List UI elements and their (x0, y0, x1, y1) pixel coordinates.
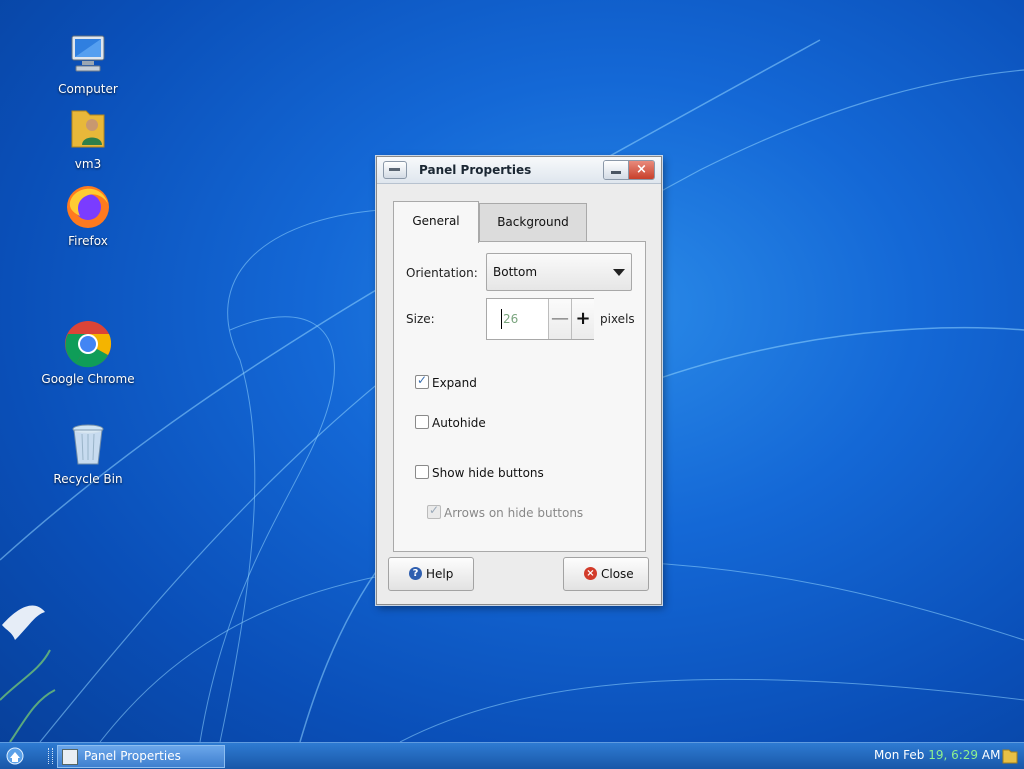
panel-properties-dialog: Panel Properties × General Background Or… (376, 156, 662, 605)
desktop-icon-label: vm3 (74, 157, 102, 171)
taskbar-item-label: Panel Properties (84, 749, 181, 763)
taskbar-item-panel-properties[interactable]: Panel Properties (57, 745, 225, 768)
firefox-icon (64, 182, 112, 230)
orientation-label: Orientation: (406, 266, 478, 280)
help-button[interactable]: ? Help (388, 557, 474, 591)
expand-checkbox[interactable] (415, 373, 429, 389)
desktop-icon-label: Google Chrome (41, 372, 135, 386)
desktop-icon-firefox[interactable]: Firefox (40, 182, 136, 248)
text-cursor (501, 309, 502, 329)
user-folder-icon (64, 105, 112, 153)
close-icon: × (584, 567, 597, 580)
desktop-icon-computer[interactable]: Computer (40, 30, 136, 96)
orientation-value: Bottom (493, 265, 538, 279)
desktop-icon-label: Firefox (68, 234, 108, 248)
close-window-button[interactable]: × (629, 161, 654, 179)
desktop-icon-label: Computer (58, 82, 118, 96)
close-button-label: Close (601, 567, 634, 581)
autohide-label[interactable]: Autohide (432, 416, 486, 430)
clock-day: Mon Feb (874, 748, 929, 762)
dialog-title: Panel Properties (419, 163, 532, 177)
close-button[interactable]: × Close (563, 557, 649, 591)
window-controls: × (603, 160, 655, 180)
minimize-button[interactable] (604, 161, 629, 179)
dialog-titlebar[interactable]: Panel Properties × (377, 157, 661, 184)
tab-background[interactable]: Background (479, 203, 587, 241)
window-icon (62, 749, 78, 765)
clock-time: 6:29 (951, 748, 979, 762)
expand-label[interactable]: Expand (432, 376, 477, 390)
size-label: Size: (406, 312, 435, 326)
taskbar-separator (48, 748, 53, 764)
desktop-icon-chrome[interactable]: Google Chrome (40, 320, 136, 386)
show-hide-buttons-label[interactable]: Show hide buttons (432, 466, 544, 480)
tab-general[interactable]: General (393, 201, 479, 243)
computer-icon (64, 30, 112, 78)
show-hide-buttons-checkbox[interactable] (415, 465, 429, 479)
autohide-checkbox[interactable] (415, 415, 429, 429)
clock-date: 19, (928, 748, 948, 762)
size-unit-label: pixels (600, 312, 635, 326)
help-button-label: Help (426, 567, 454, 581)
show-desktop-icon[interactable] (1002, 747, 1018, 765)
size-spinner[interactable]: 26 — + (486, 298, 594, 340)
clock-ampm: AM (978, 748, 1001, 762)
arrows-on-hide-buttons-checkbox (427, 503, 441, 519)
desktop-icon-label: Recycle Bin (53, 472, 123, 486)
size-decrement-button[interactable]: — (548, 299, 571, 339)
size-increment-button[interactable]: + (571, 299, 594, 339)
general-tab-panel: Orientation: Bottom Size: 26 — + pixels … (393, 241, 646, 552)
chevron-down-icon (613, 269, 625, 276)
arrows-on-hide-buttons-label: Arrows on hide buttons (444, 506, 584, 520)
chrome-icon (64, 320, 112, 368)
orientation-dropdown[interactable]: Bottom (486, 253, 632, 291)
window-menu-button[interactable] (383, 161, 407, 179)
clock[interactable]: Mon Feb 19, 6:29 AM (874, 748, 1000, 762)
taskbar: Panel Properties Mon Feb 19, 6:29 AM (0, 742, 1024, 769)
desktop-icon-user-folder[interactable]: vm3 (40, 105, 136, 171)
start-menu-icon[interactable] (4, 746, 26, 766)
help-icon: ? (409, 567, 422, 580)
size-value[interactable]: 26 (503, 312, 518, 326)
recycle-bin-icon (64, 420, 112, 468)
bird-shape (2, 605, 45, 640)
desktop-icon-recycle-bin[interactable]: Recycle Bin (40, 420, 136, 486)
